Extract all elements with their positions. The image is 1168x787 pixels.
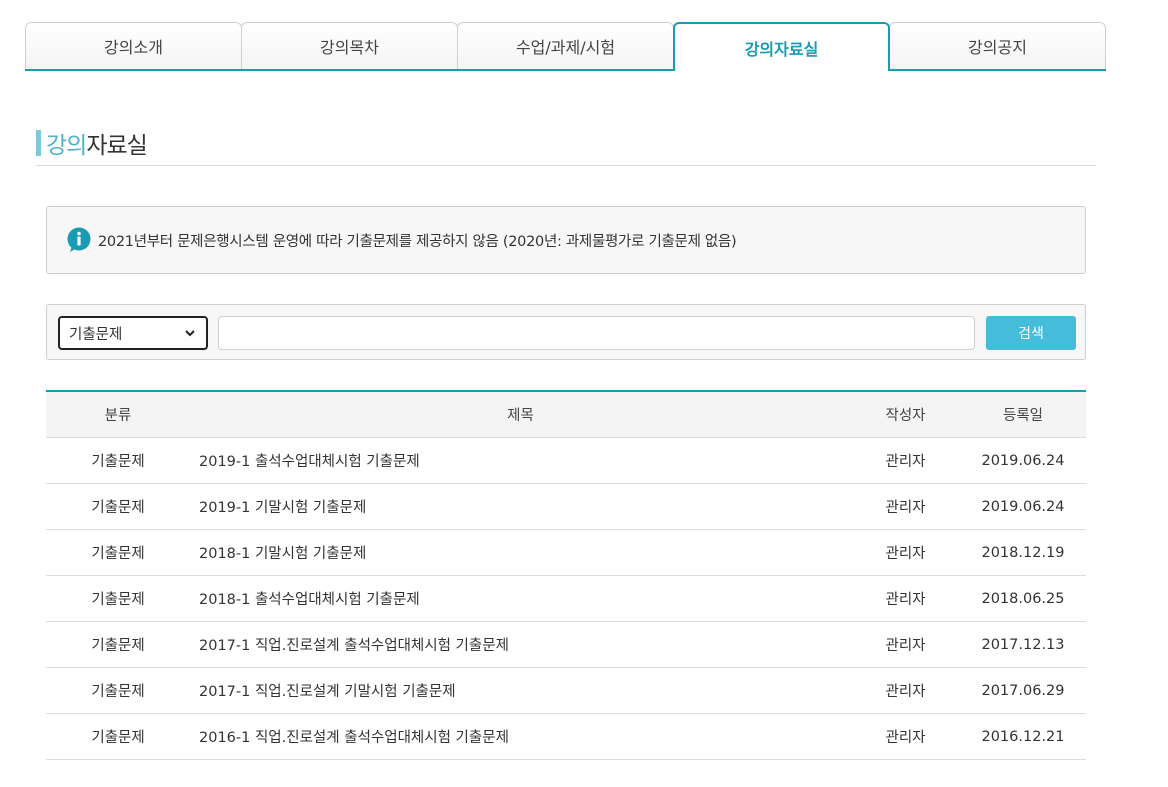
row-title-link[interactable]: 2016-1 직업.진로설계 출석수업대체시험 기출문제 [199, 730, 509, 746]
row-date: 2019.06.24 [960, 437, 1086, 484]
row-author: 관리자 [851, 483, 960, 530]
chevron-down-icon [185, 330, 195, 337]
row-author: 관리자 [851, 437, 960, 484]
tab-course-materials[interactable]: 강의자료실 [673, 22, 890, 71]
search-bar: 기출문제 검색 [46, 304, 1086, 360]
row-category: 기출문제 [46, 529, 190, 576]
row-date: 2018.12.19 [960, 529, 1086, 576]
row-author: 관리자 [851, 713, 960, 760]
row-category: 기출문제 [46, 667, 190, 714]
table-header-row: 분류 제목 작성자 등록일 [46, 391, 1086, 438]
table-row[interactable]: 기출문제 2018-1 기말시험 기출문제 관리자 2018.12.19 [46, 529, 1086, 576]
title-bar [36, 130, 41, 156]
page-title: 강의 자료실 [36, 128, 148, 159]
table-row[interactable]: 기출문제 2017-1 직업.진로설계 출석수업대체시험 기출문제 관리자 20… [46, 621, 1086, 668]
row-title-link[interactable]: 2019-1 기말시험 기출문제 [199, 500, 366, 516]
row-date: 2016.12.21 [960, 713, 1086, 760]
page-title-rest: 자료실 [86, 133, 147, 159]
table-row[interactable]: 기출문제 2018-1 출석수업대체시험 기출문제 관리자 2018.06.25 [46, 575, 1086, 622]
info-icon [67, 227, 91, 252]
tab-course-intro[interactable]: 강의소개 [25, 22, 242, 69]
row-author: 관리자 [851, 667, 960, 714]
tab-course-notice[interactable]: 강의공지 [889, 22, 1106, 69]
notice-box: 2021년부터 문제은행시스템 운영에 따라 기출문제를 제공하지 않음 (20… [46, 206, 1086, 274]
tab-course-contents[interactable]: 강의목차 [241, 22, 458, 69]
row-title-link[interactable]: 2017-1 직업.진로설계 기말시험 기출문제 [199, 684, 456, 700]
header-date: 등록일 [960, 391, 1086, 438]
search-input[interactable] [218, 316, 975, 350]
row-author: 관리자 [851, 575, 960, 622]
row-title-link[interactable]: 2018-1 기말시험 기출문제 [199, 546, 366, 562]
row-title-link[interactable]: 2018-1 출석수업대체시험 기출문제 [199, 592, 420, 608]
row-author: 관리자 [851, 529, 960, 576]
table-row[interactable]: 기출문제 2019-1 출석수업대체시험 기출문제 관리자 2019.06.24 [46, 437, 1086, 484]
table-row[interactable]: 기출문제 2019-1 기말시험 기출문제 관리자 2019.06.24 [46, 483, 1086, 530]
header-category: 분류 [46, 391, 190, 438]
header-author: 작성자 [851, 391, 960, 438]
row-date: 2018.06.25 [960, 575, 1086, 622]
course-tabs: 강의소개 강의목차 수업/과제/시험 강의자료실 강의공지 [25, 22, 1106, 71]
row-category: 기출문제 [46, 621, 190, 668]
row-category: 기출문제 [46, 713, 190, 760]
row-author: 관리자 [851, 621, 960, 668]
table-row[interactable]: 기출문제 2017-1 직업.진로설계 기말시험 기출문제 관리자 2017.0… [46, 667, 1086, 714]
materials-table: 분류 제목 작성자 등록일 기출문제 2019-1 출석수업대체시험 기출문제 … [46, 390, 1086, 760]
row-category: 기출문제 [46, 483, 190, 530]
header-title: 제목 [190, 391, 851, 438]
category-select[interactable]: 기출문제 [58, 316, 208, 350]
title-divider [36, 165, 1096, 166]
row-date: 2017.12.13 [960, 621, 1086, 668]
row-category: 기출문제 [46, 437, 190, 484]
search-button[interactable]: 검색 [986, 316, 1076, 350]
notice-text: 2021년부터 문제은행시스템 운영에 따라 기출문제를 제공하지 않음 (20… [98, 233, 737, 250]
row-title-link[interactable]: 2017-1 직업.진로설계 출석수업대체시험 기출문제 [199, 638, 509, 654]
tab-class-assignment-exam[interactable]: 수업/과제/시험 [457, 22, 674, 69]
row-title-link[interactable]: 2019-1 출석수업대체시험 기출문제 [199, 454, 420, 470]
row-category: 기출문제 [46, 575, 190, 622]
row-date: 2017.06.29 [960, 667, 1086, 714]
table-row[interactable]: 기출문제 2016-1 직업.진로설계 출석수업대체시험 기출문제 관리자 20… [46, 713, 1086, 760]
row-date: 2019.06.24 [960, 483, 1086, 530]
page-title-accent: 강의 [46, 133, 87, 159]
category-select-value: 기출문제 [69, 326, 123, 343]
